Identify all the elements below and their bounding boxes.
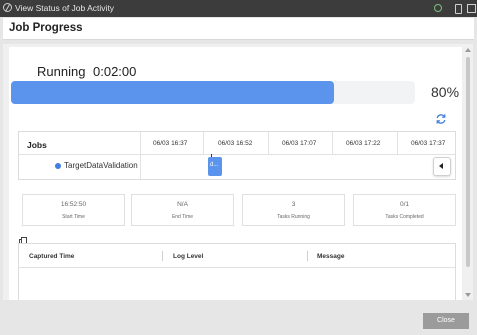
end-time-card: N/A End Time [131,194,234,226]
header-separator [19,154,455,155]
column-separator [162,251,163,261]
name-column-divider [140,154,141,179]
dialog-header: Job Progress [3,18,474,40]
tasks-completed-value: 0/1 [399,201,410,208]
start-time-value: 16:52:50 [60,201,87,208]
timeline-timestamp: 06/03 16:52 [218,140,253,147]
start-time-label: Start Time [62,214,85,220]
column-header-message[interactable]: Message [317,253,344,260]
log-header-separator [19,267,455,268]
progress-fill [11,81,335,104]
tasks-running-value: 3 [291,201,296,208]
column-separator [307,251,308,261]
timeline-timestamp: 06/03 17:07 [282,140,317,147]
tasks-completed-label: Tasks Completed [385,214,424,220]
job-progress-panel: Running 0:02:00 80% Jobs 06/03 16:37 06/… [9,47,462,300]
tasks-running-label: Tasks Running [277,214,310,220]
end-time-value: N/A [177,201,188,208]
scroll-down-arrow-icon[interactable] [465,293,471,297]
column-divider [268,132,269,154]
app-icon [3,3,12,12]
tasks-completed-card: 0/1 Tasks Completed [353,194,456,226]
scroll-up-arrow-icon[interactable] [465,48,471,52]
start-time-card: 16:52:50 Start Time [22,194,125,226]
elapsed-time: 0:02:00 [93,64,137,79]
dialog-footer: Close [0,303,477,335]
job-status-dot-icon [55,163,61,169]
column-header-captured-time[interactable]: Captured Time [29,253,74,260]
job-status-text: Running [37,64,86,79]
column-header-log-level[interactable]: Log Level [173,253,203,260]
job-bar-label: d... [210,162,219,168]
close-window-icon[interactable] [466,3,476,13]
column-divider [332,132,333,154]
caret-left-icon [439,163,443,169]
column-divider [140,132,141,154]
vertical-scrollbar[interactable] [464,47,472,300]
close-button[interactable]: Close [423,313,469,329]
timeline-timestamp: 06/03 17:22 [346,140,381,147]
refresh-icon[interactable] [435,113,447,125]
job-name[interactable]: TargetDataValidation [64,161,138,170]
job-timeline-bar[interactable]: d... [208,157,222,176]
column-divider [397,132,398,154]
page-title: Job Progress [9,22,83,34]
log-table: Captured Time Log Level Message [18,243,456,300]
settings-icon[interactable] [433,3,443,13]
content-area: Running 0:02:00 80% Jobs 06/03 16:37 06/… [3,44,473,300]
progress-bar [11,81,415,104]
tasks-running-card: 3 Tasks Running [242,194,345,226]
restore-window-icon[interactable] [453,3,463,14]
jobs-timeline: Jobs 06/03 16:37 06/03 16:52 06/03 17:07… [18,131,456,180]
jobs-header-label: Jobs [27,140,47,150]
column-divider [203,132,204,154]
progress-percent: 80% [431,84,460,100]
window-titlebar: View Status of Job Activity [0,0,477,17]
timeline-nav-button[interactable] [433,157,451,176]
timeline-timestamp: 06/03 17:37 [411,140,446,147]
end-time-label: End Time [171,214,194,220]
window-title: View Status of Job Activity [15,3,115,13]
timeline-timestamp: 06/03 16:37 [153,140,188,147]
scrollbar-thumb[interactable] [466,57,470,267]
